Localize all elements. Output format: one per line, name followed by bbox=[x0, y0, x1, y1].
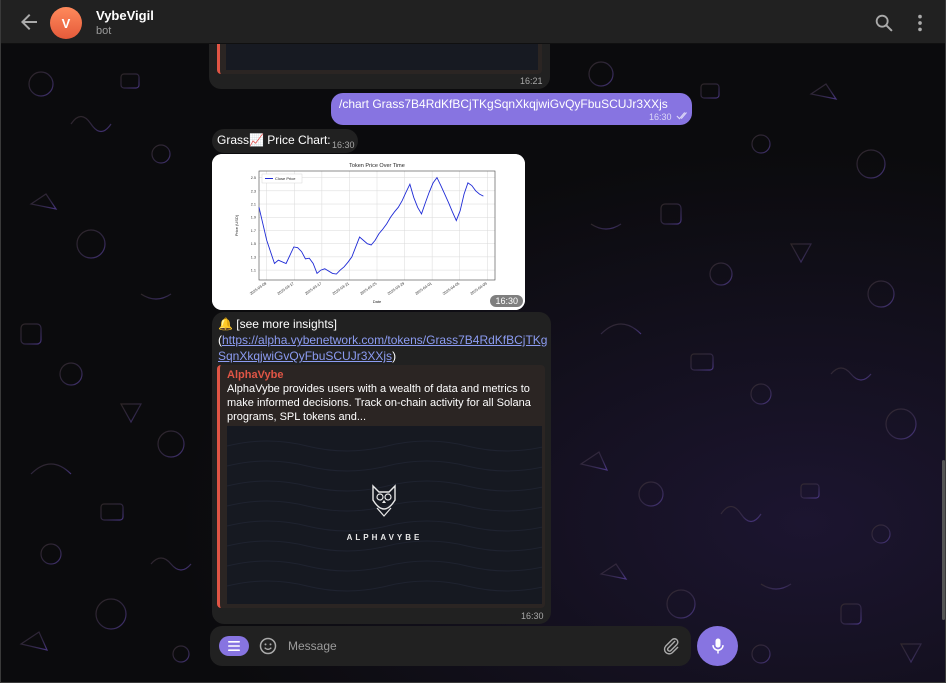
chat-header: V VybeVigil bot bbox=[1, 0, 945, 44]
message-composer bbox=[210, 626, 691, 666]
voice-record-button[interactable] bbox=[697, 626, 738, 666]
y-tick-label: 2.5 bbox=[251, 176, 256, 180]
avatar[interactable]: V bbox=[50, 7, 82, 39]
x-axis-label: Date bbox=[373, 299, 382, 304]
message-time: 16:30 bbox=[521, 611, 544, 621]
message-time: 16:21 bbox=[520, 76, 543, 86]
y-tick-label: 1.1 bbox=[251, 269, 256, 273]
message-time: 16:30 bbox=[649, 112, 672, 122]
insight-link[interactable]: https://alpha.vybenetwork.com/tokens/Gra… bbox=[218, 333, 547, 363]
chat-title[interactable]: VybeVigil bbox=[96, 8, 154, 23]
emoji-icon[interactable] bbox=[258, 636, 278, 656]
y-tick-label: 1.3 bbox=[251, 255, 256, 259]
preview-site-name: AlphaVybe bbox=[227, 369, 284, 381]
y-tick-label: 2.3 bbox=[251, 189, 256, 193]
double-check-icon bbox=[676, 112, 687, 120]
preview-description: AlphaVybe provides users with a wealth o… bbox=[227, 383, 531, 423]
y-axis-label: Price (USD) bbox=[234, 214, 239, 236]
telegram-window: V VybeVigil bot 16:21 /chart Grass7B4RdK… bbox=[0, 0, 946, 683]
chart-title: Token Price Over Time bbox=[349, 163, 405, 169]
close-paren: ) bbox=[392, 349, 397, 363]
paperclip-icon[interactable] bbox=[661, 636, 681, 656]
search-icon[interactable] bbox=[873, 12, 895, 34]
preview-image[interactable]: ALPHAVYBE bbox=[227, 426, 542, 604]
kebab-menu-icon[interactable] bbox=[909, 12, 931, 34]
incoming-message[interactable]: Grass📈 Price Chart: 16:30 bbox=[212, 129, 358, 153]
insight-message[interactable]: 🔔 [see more insights] (https://alpha.vyb… bbox=[212, 312, 551, 624]
y-tick-label: 2.1 bbox=[251, 203, 256, 207]
microphone-icon bbox=[711, 638, 724, 654]
link-preview[interactable]: AlphaVybe AlphaVybe provides users with … bbox=[217, 365, 545, 608]
legend-entry: Close Price bbox=[275, 176, 296, 181]
preview-brand: ALPHAVYBE bbox=[346, 533, 423, 542]
arrow-left-icon[interactable] bbox=[17, 10, 41, 34]
message-time: 16:30 bbox=[490, 295, 523, 307]
chat-subtitle: bot bbox=[96, 25, 112, 37]
price-chart: Token Price Over Time 1.1 1.3 1.5 1.7 1.9 2.1 2… bbox=[212, 154, 525, 310]
y-tick-label: 1.5 bbox=[251, 242, 256, 246]
message-text: Grass📈 Price Chart: bbox=[217, 133, 331, 147]
chart-image-message[interactable]: Token Price Over Time 1.1 1.3 1.5 1.7 1.9 2.1 2… bbox=[212, 154, 525, 310]
owl-logo-icon bbox=[372, 484, 396, 517]
message-text: /chart Grass7B4RdKfBCjTKgSqnXkqjwiGvQyFb… bbox=[339, 97, 668, 111]
outgoing-message[interactable]: /chart Grass7B4RdKfBCjTKgSqnXkqjwiGvQyFb… bbox=[331, 93, 692, 125]
message-input[interactable] bbox=[288, 635, 648, 657]
insight-prefix: 🔔 [see more insights] bbox=[218, 317, 337, 331]
message-time: 16:30 bbox=[332, 140, 355, 150]
y-tick-label: 1.7 bbox=[251, 229, 256, 233]
scrollbar[interactable] bbox=[942, 460, 945, 620]
menu-icon bbox=[228, 641, 240, 651]
y-tick-label: 1.9 bbox=[251, 216, 256, 220]
message-text: 🔔 [see more insights] (https://alpha.vyb… bbox=[218, 316, 548, 364]
bot-menu-button[interactable] bbox=[219, 636, 249, 656]
